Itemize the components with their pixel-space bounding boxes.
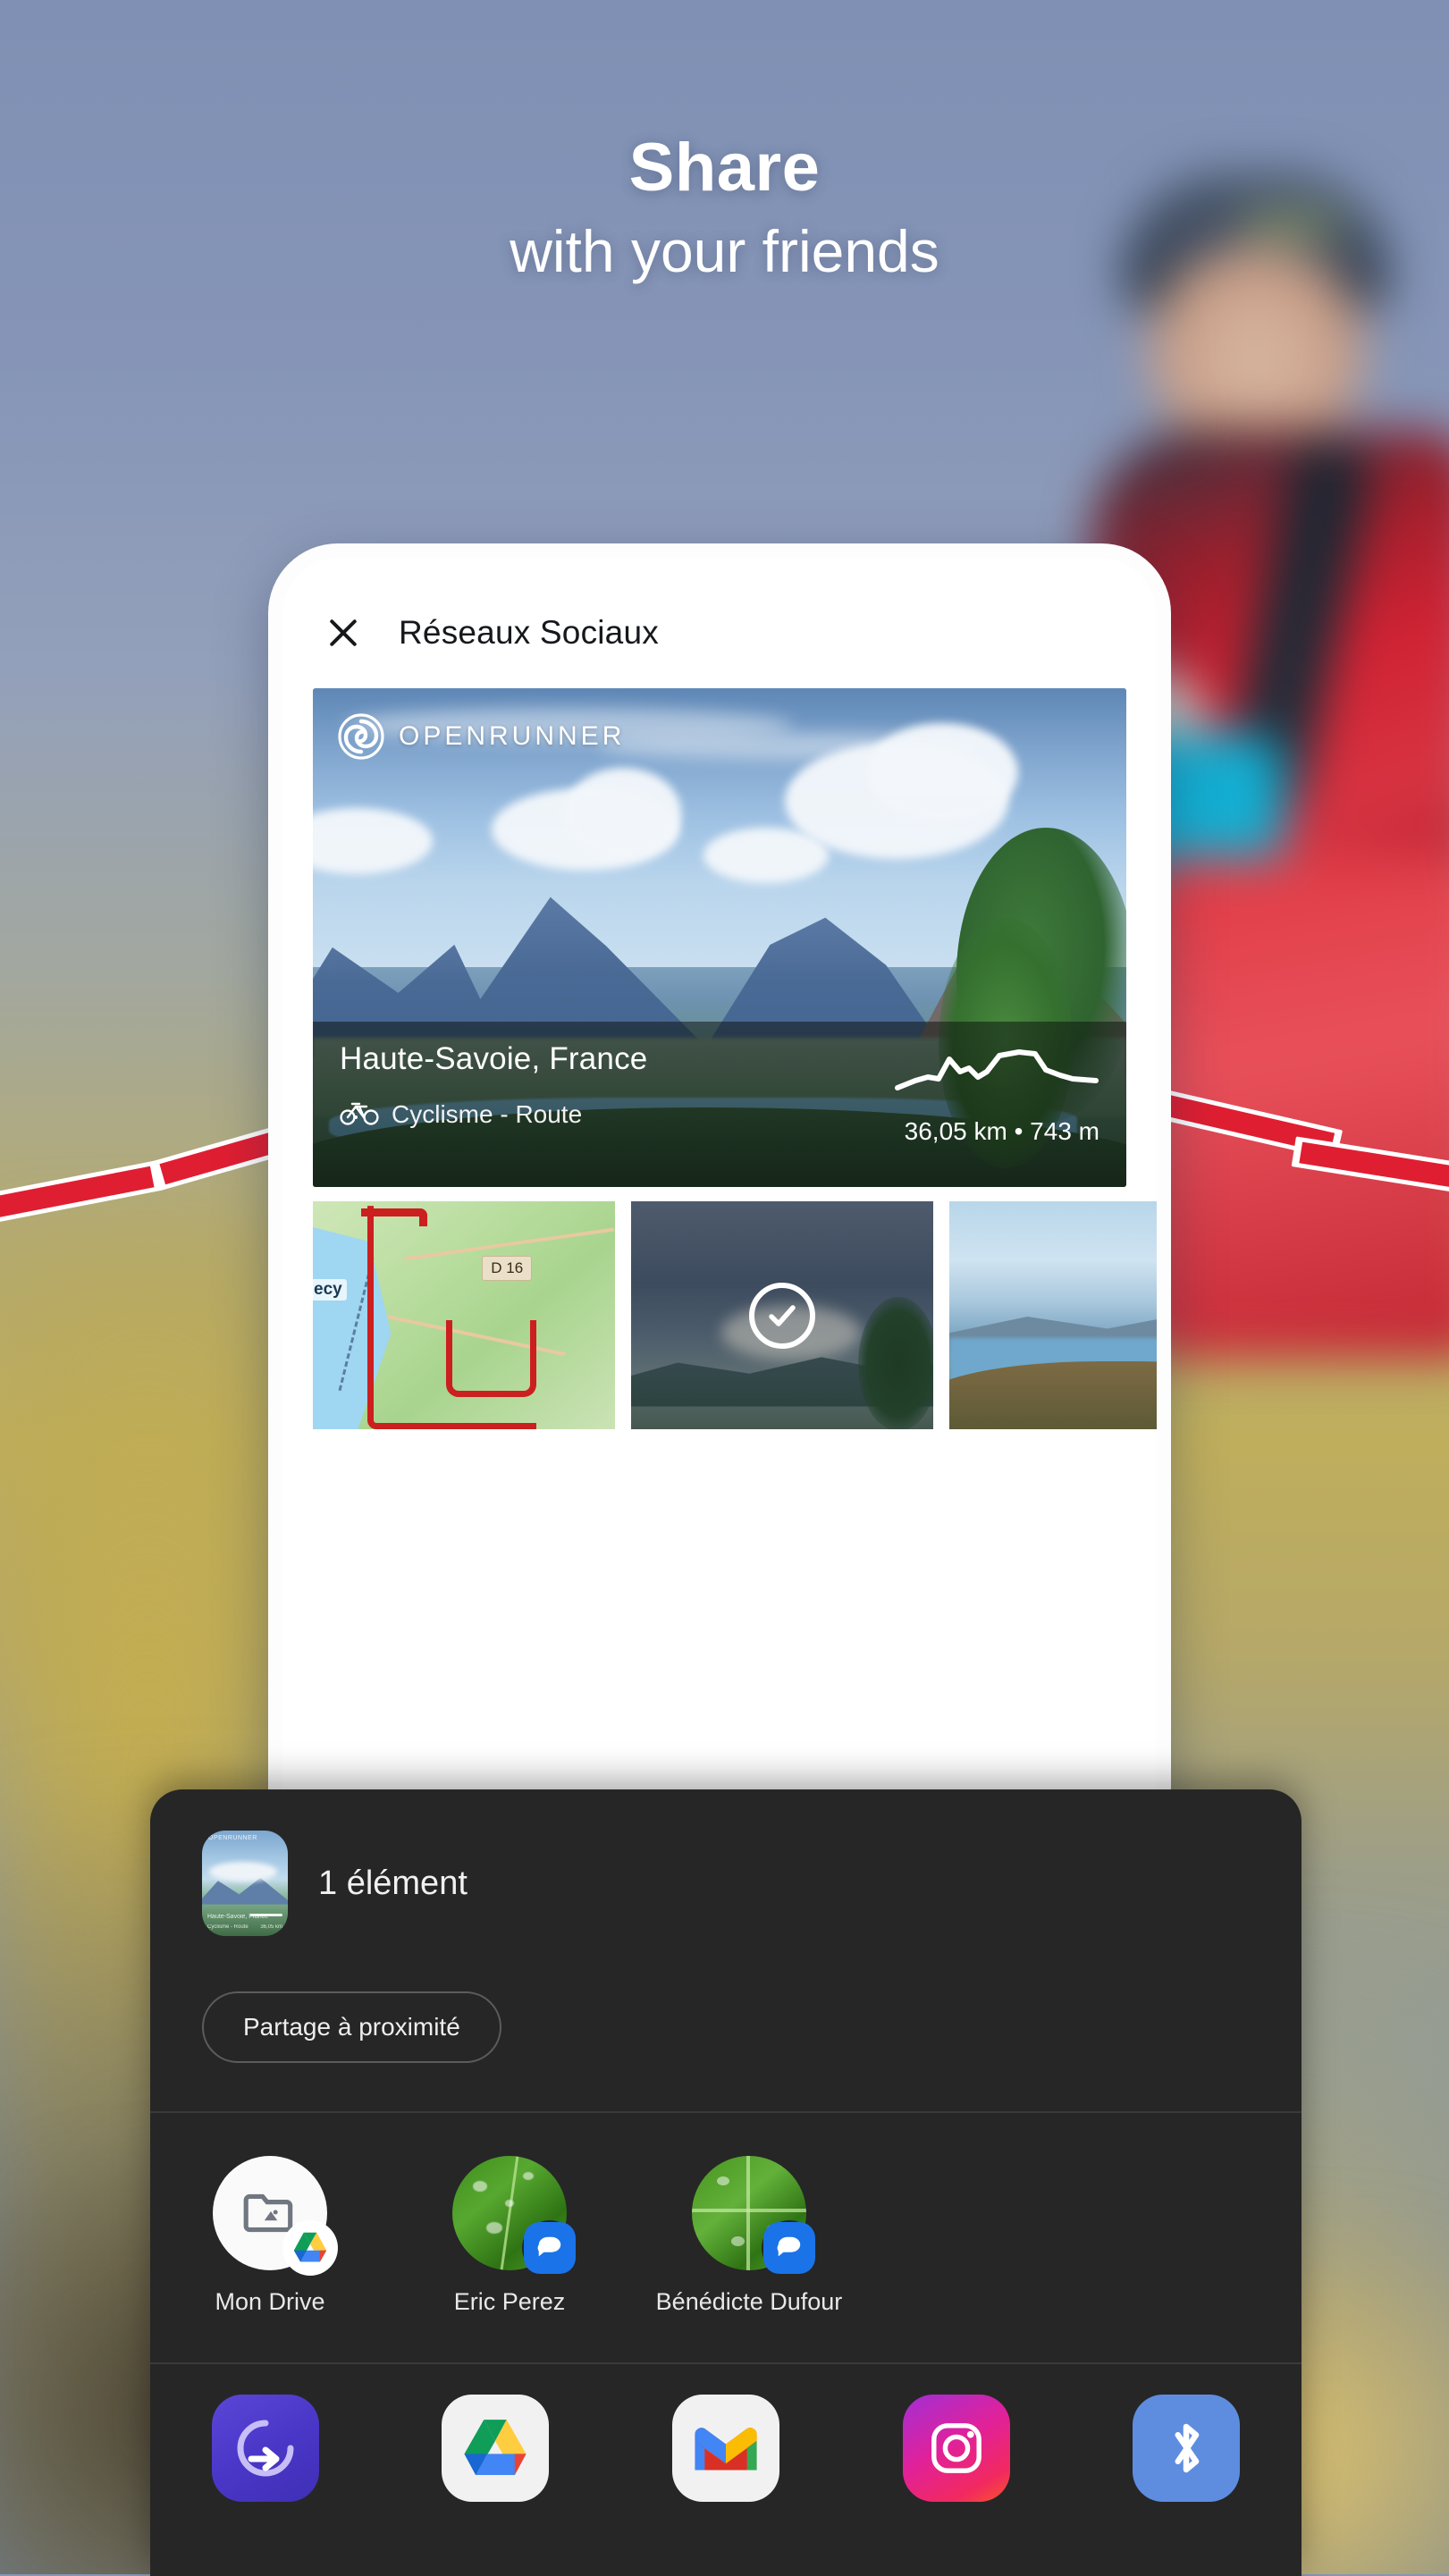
openrunner-spiral-icon	[338, 713, 384, 760]
app-gmail[interactable]	[611, 2395, 841, 2503]
messages-icon	[522, 2220, 577, 2276]
phone-mockup: Réseaux Sociaux OPENRUNNER Haute-Savoie,…	[268, 543, 1171, 1884]
photo-thumbnail-1[interactable]	[631, 1201, 933, 1429]
share-target-eric-perez[interactable]: Eric Perez	[390, 2156, 629, 2318]
app-google-drive[interactable]	[381, 2395, 611, 2503]
avatar	[213, 2156, 338, 2276]
close-icon[interactable]	[324, 613, 363, 652]
share-apps-row	[150, 2364, 1302, 2503]
page-title: Réseaux Sociaux	[399, 614, 659, 651]
route-hero-card[interactable]: OPENRUNNER Haute-Savoie, France Cyclisme…	[313, 688, 1126, 1187]
map-road-label: D 16	[482, 1256, 533, 1282]
photo-tree	[858, 1297, 933, 1429]
openrunner-logo: OPENRUNNER	[338, 713, 625, 760]
photo-thumbnail-2[interactable]	[949, 1201, 1157, 1429]
headline-line-2: with your friends	[510, 218, 939, 284]
route-map-thumbnail[interactable]: ecy D 16	[313, 1201, 615, 1429]
hero-cloud	[865, 723, 1018, 822]
map-city-label: ecy	[313, 1278, 347, 1301]
app-bluetooth[interactable]	[1071, 2395, 1302, 2503]
route-activity-label: Cyclisme - Route	[392, 1099, 583, 1128]
promo-headline: Share with your friends	[0, 134, 1449, 289]
google-drive-app-icon	[442, 2395, 550, 2503]
instagram-app-icon	[902, 2395, 1010, 2503]
share-target-label: Mon Drive	[215, 2288, 325, 2315]
avatar	[452, 2156, 577, 2276]
openrunner-wordmark: OPENRUNNER	[399, 721, 626, 751]
share-sheet-header: OPENRUNNER Haute-Savoie, France Cyclisme…	[150, 1789, 1302, 1936]
app-instagram[interactable]	[841, 2395, 1072, 2503]
share-item-count: 1 élément	[318, 1864, 468, 1902]
route-stats: 36,05 km • 743 m	[904, 1117, 1099, 1145]
share-target-label: Eric Perez	[453, 2288, 566, 2315]
photo-hill	[949, 1360, 1157, 1429]
phone-screen: Réseaux Sociaux OPENRUNNER Haute-Savoie,…	[282, 558, 1157, 1884]
route-info-left: Haute-Savoie, France Cyclisme - Route	[340, 1041, 647, 1187]
preview-subcaption: Cyclisme - Route	[207, 1924, 249, 1930]
share-target-benedicte-dufour[interactable]: Bénédicte Dufour	[629, 2156, 869, 2318]
app-quick-share[interactable]	[150, 2395, 381, 2503]
android-share-sheet: OPENRUNNER Haute-Savoie, France Cyclisme…	[150, 1789, 1302, 2576]
bluetooth-app-icon	[1133, 2395, 1241, 2503]
quick-share-app-icon	[211, 2395, 319, 2503]
bicycle-icon	[340, 1099, 379, 1130]
messages-icon	[762, 2220, 817, 2276]
share-target-label: Bénédicte Dufour	[655, 2288, 843, 2315]
preview-brand-label: OPENRUNNER	[208, 1835, 257, 1841]
route-activity: Cyclisme - Route	[340, 1099, 647, 1130]
gmail-app-icon	[671, 2395, 779, 2503]
share-contacts-row: Mon Drive Eric Perez Bénédicte Dufour	[150, 2113, 1302, 2318]
preview-cloud	[208, 1862, 278, 1882]
preview-elevation-line	[250, 1914, 282, 1916]
route-info-overlay: Haute-Savoie, France Cyclisme - Route 36…	[313, 1022, 1126, 1187]
nearby-share-button[interactable]: Partage à proximité	[202, 1991, 501, 2063]
media-thumbnail-strip: ecy D 16	[313, 1201, 1157, 1429]
avatar	[692, 2156, 817, 2276]
check-circle-icon[interactable]	[749, 1282, 815, 1349]
app-bar: Réseaux Sociaux	[282, 558, 1157, 652]
headline-line-1: Share	[628, 130, 821, 206]
share-preview-thumbnail: OPENRUNNER Haute-Savoie, France Cyclisme…	[202, 1831, 288, 1936]
share-item-summary: OPENRUNNER Haute-Savoie, France Cyclisme…	[202, 1831, 1250, 1936]
route-location: Haute-Savoie, France	[340, 1041, 648, 1076]
google-drive-icon	[282, 2220, 338, 2276]
preview-stats: 36,05 km	[260, 1924, 282, 1930]
route-info-right: 36,05 km • 743 m	[894, 1041, 1099, 1187]
map-route-line	[445, 1319, 537, 1398]
hero-cloud	[565, 768, 682, 858]
share-target-mon-drive[interactable]: Mon Drive	[150, 2156, 390, 2318]
elevation-profile-icon	[894, 1041, 1099, 1101]
